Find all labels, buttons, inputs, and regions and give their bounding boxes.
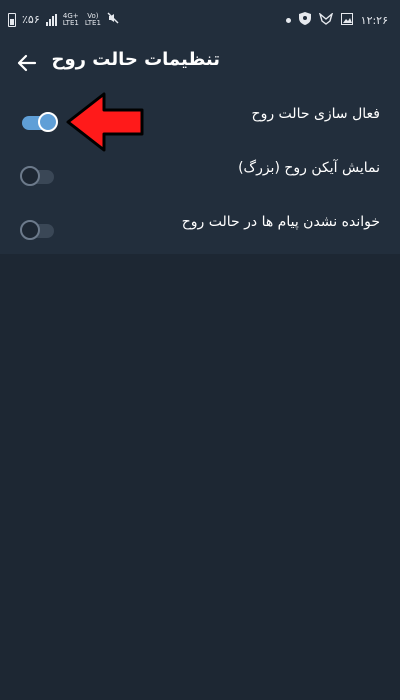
settings-list: فعال سازی حالت روح نمایش آیکن روح (بزرگ)… — [0, 86, 400, 254]
ghost-mode-toggle[interactable] — [22, 112, 58, 132]
page-title: تنظیمات حالت روح — [51, 49, 220, 70]
red-arrow-icon — [66, 92, 144, 152]
status-bar: ٪۵۶ 4G+ LTE1 Vo) LTE1 ۱۲:۲۶ — [0, 0, 400, 40]
notification-dot-icon — [285, 17, 291, 23]
setting-label: خوانده نشدن پیام ها در حالت روح — [181, 214, 380, 230]
image-icon — [340, 12, 353, 28]
screen: ٪۵۶ 4G+ LTE1 Vo) LTE1 ۱۲:۲۶ تنظیمات حالت… — [0, 0, 400, 700]
wing-icon — [318, 11, 333, 28]
setting-row-unread-messages[interactable]: خوانده نشدن پیام ها در حالت روح — [0, 198, 400, 252]
volte-sub: LTE1 — [84, 18, 101, 27]
back-button[interactable] — [14, 50, 40, 76]
setting-row-enable-ghost-mode[interactable]: فعال سازی حالت روح — [0, 90, 400, 144]
setting-row-show-ghost-icon[interactable]: نمایش آیکن روح (بزرگ) — [0, 144, 400, 198]
battery-text: ٪۵۶ — [22, 13, 40, 26]
status-left: ٪۵۶ 4G+ LTE1 Vo) LTE1 — [8, 12, 119, 27]
setting-label: فعال سازی حالت روح — [251, 106, 380, 122]
network-sub: LTE1 — [62, 18, 79, 27]
signal-icon — [45, 13, 57, 26]
mute-icon — [107, 12, 119, 27]
setting-label: نمایش آیکن روح (بزرگ) — [238, 160, 380, 176]
unread-messages-toggle[interactable] — [20, 220, 54, 240]
battery-icon — [8, 12, 16, 27]
arrow-left-icon — [17, 54, 37, 72]
status-right: ۱۲:۲۶ — [285, 11, 388, 28]
network-indicator: 4G+ LTE1 — [62, 12, 79, 27]
app-bar: تنظیمات حالت روح — [0, 40, 400, 86]
shield-icon — [298, 12, 311, 28]
clock-time: ۱۲:۲۶ — [360, 13, 388, 27]
ghost-icon-toggle[interactable] — [20, 166, 54, 186]
volte-indicator: Vo) LTE1 — [84, 12, 101, 27]
